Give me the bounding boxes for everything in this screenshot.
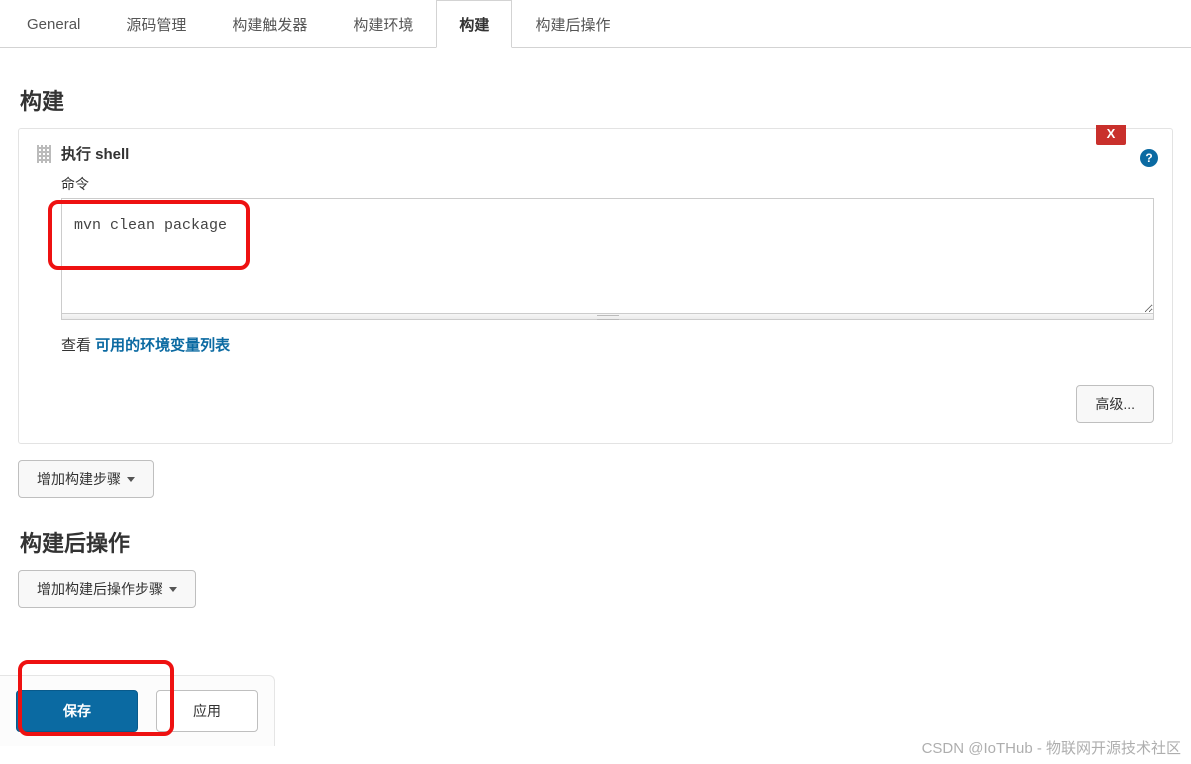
add-postbuild-step-button[interactable]: 增加构建后操作步骤 [18,570,196,608]
tab-general[interactable]: General [4,0,103,47]
resize-handle-icon[interactable] [61,314,1154,320]
config-tabs: General 源码管理 构建触发器 构建环境 构建 构建后操作 [0,0,1191,48]
save-button[interactable]: 保存 [16,690,138,732]
build-step-shell: X ? 执行 shell 命令 查看 可用的环境变量列表 高级... [18,128,1173,444]
add-postbuild-step-label: 增加构建后操作步骤 [37,579,163,599]
tab-postbuild[interactable]: 构建后操作 [512,0,633,47]
section-title-build: 构建 [20,84,1173,116]
step-title: 执行 shell [61,143,129,164]
chevron-down-icon [127,477,135,482]
hint-prefix: 查看 [61,337,95,354]
step-header: 执行 shell [37,143,1154,164]
apply-button[interactable]: 应用 [156,690,258,732]
tab-scm[interactable]: 源码管理 [103,0,209,47]
section-title-postbuild: 构建后操作 [20,526,1173,558]
add-build-step-label: 增加构建步骤 [37,469,121,489]
page-body: 构建 X ? 执行 shell 命令 查看 可用的环境变量列表 高级... [0,48,1191,648]
advanced-button-label: 高级... [1095,394,1135,414]
tab-environment[interactable]: 构建环境 [330,0,436,47]
tab-build[interactable]: 构建 [436,0,512,48]
env-vars-hint: 查看 可用的环境变量列表 [61,334,1154,355]
command-label: 命令 [61,174,1154,194]
tab-triggers[interactable]: 构建触发器 [209,0,330,47]
env-vars-link[interactable]: 可用的环境变量列表 [95,337,230,354]
chevron-down-icon [169,587,177,592]
delete-step-button[interactable]: X [1096,125,1126,145]
advanced-button[interactable]: 高级... [1076,385,1154,423]
shell-command-input[interactable] [61,198,1154,314]
help-icon[interactable]: ? [1140,149,1158,167]
footer-bar: 保存 应用 [0,675,275,746]
watermark-text: CSDN @IoTHub - 物联网开源技术社区 [922,737,1181,758]
add-build-step-button[interactable]: 增加构建步骤 [18,460,154,498]
drag-handle-icon[interactable] [37,145,51,163]
